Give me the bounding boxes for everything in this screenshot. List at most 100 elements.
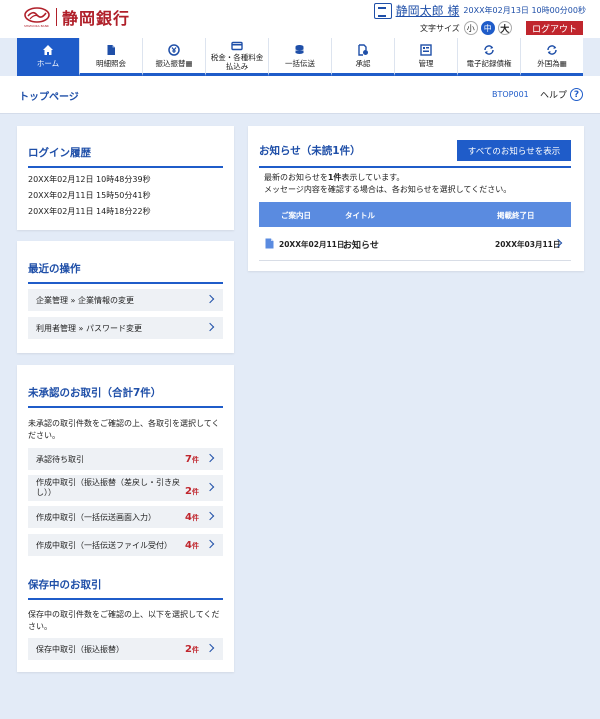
chevron-right-icon (205, 539, 215, 549)
notice-document-icon (265, 238, 274, 251)
nav-home[interactable]: ホーム (17, 38, 80, 76)
unapproved-title: 未承認のお取引（合計7件） (28, 385, 223, 408)
pending-transactions-card: 未承認のお取引（合計7件） 未承認の取引件数をご確認の上、各取引を選択してくださ… (17, 365, 234, 672)
recent-operation-label: 企業管理 » 企業情報の変更 (36, 295, 134, 305)
unapproved-item[interactable]: 作成中取引（一括伝送画面入力） 4件 (28, 506, 223, 528)
font-size-selector: 文字サイズ 小 中 大 (420, 21, 515, 35)
page-title: トップページ (19, 92, 79, 103)
user-info: 静岡太郎 様 20XX年02月13日 10時00分00秒 (373, 2, 586, 19)
font-size-small-button[interactable]: 小 (463, 21, 478, 35)
help-link[interactable]: ヘルプ ? (540, 88, 584, 101)
help-icon: ? (570, 88, 584, 101)
chevron-right-icon (205, 322, 215, 332)
logout-button[interactable]: ログアウト (526, 21, 583, 35)
saved-count: 2件 (185, 643, 199, 655)
recent-operation-item[interactable]: 企業管理 » 企業情報の変更 (28, 289, 223, 311)
nav-label: 管理 (418, 58, 434, 68)
font-size-medium-button[interactable]: 中 (480, 21, 495, 35)
column-header-end-date: 掲載終了日 (497, 211, 535, 220)
approval-icon (357, 43, 369, 56)
unapproved-count: 4件 (185, 539, 199, 551)
logo-subtext: SHIZUOKA BANK (24, 24, 49, 28)
recent-operation-label: 利用者管理 » パスワード変更 (36, 323, 142, 333)
nav-bulk-transmission[interactable]: 一括伝送 (269, 38, 332, 76)
login-history-entry: 20XX年02月12日 10時48分39秒 (28, 175, 151, 184)
page-title-bar: トップページ BTOP001 ヘルプ ? (0, 76, 600, 114)
main-nav: ホーム 明細照会 振込振替▦ 税金・各種料金 払込み 一括伝送 承認 管理 電子… (17, 38, 583, 76)
recent-operations-title: 最近の操作 (28, 261, 223, 284)
document-icon (105, 44, 117, 56)
nav-label: 税金・各種料金 (210, 53, 264, 62)
unapproved-item-label: 作成中取引（振込振替（差戻し・引き戻し）） (36, 478, 180, 497)
database-icon (294, 44, 306, 56)
unapproved-count: 4件 (185, 511, 199, 523)
chevron-right-icon (205, 294, 215, 304)
column-header-title: タイトル (345, 211, 375, 220)
login-history-card: ログイン履歴 20XX年02月12日 10時48分39秒 20XX年02月11日… (17, 126, 234, 230)
nav-foreign-exchange[interactable]: 外国為▦ (521, 38, 583, 76)
unapproved-count: 7件 (185, 453, 199, 465)
nav-transfer[interactable]: 振込振替▦ (143, 38, 206, 76)
page-id: BTOP001 (492, 90, 529, 99)
nav-label-line2: 払込み (225, 62, 249, 71)
chevron-right-icon (205, 511, 215, 521)
unapproved-description: 未承認の取引件数をご確認の上、各取引を選択してください。 (28, 419, 220, 440)
login-history-title: ログイン履歴 (28, 145, 223, 168)
saved-item-label: 保存中取引（振込振替） (36, 644, 124, 654)
user-name-link[interactable]: 静岡太郎 様 (396, 2, 460, 19)
font-size-large-button[interactable]: 大 (497, 21, 512, 35)
unapproved-item-label: 作成中取引（一括伝送画面入力） (36, 512, 156, 522)
unapproved-item[interactable]: 承認待ち取引 7件 (28, 448, 223, 470)
font-size-label: 文字サイズ (420, 23, 460, 33)
user-card-icon (373, 2, 392, 19)
login-history-entry: 20XX年02月11日 14時18分22秒 (28, 207, 151, 216)
unapproved-count: 2件 (185, 486, 199, 497)
notice-date: 20XX年02月11日 (279, 240, 345, 249)
nav-label: 一括伝送 (285, 58, 315, 68)
saved-description: 保存中の取引件数をご確認の上、以下を選択してください。 (28, 610, 220, 631)
recent-operations-card: 最近の操作 企業管理 » 企業情報の変更 利用者管理 » パスワード変更 (17, 241, 234, 353)
nav-label: 明細照会 (96, 58, 126, 68)
bank-logo-mark-icon: SHIZUOKA BANK (24, 7, 50, 28)
nav-statements[interactable]: 明細照会 (80, 38, 143, 76)
help-label: ヘルプ (540, 91, 568, 101)
unapproved-item-label: 作成中取引（一括伝送ファイル受付） (36, 540, 172, 550)
show-all-notices-button[interactable]: すべてのお知らせを表示 (457, 140, 571, 161)
nav-admin[interactable]: 管理 (395, 38, 458, 76)
column-header-date: ご案内日 (281, 211, 311, 220)
notices-description-line2: メッセージ内容を確認する場合は、各お知らせを選択してください。 (264, 185, 512, 194)
notice-row[interactable]: 20XX年02月11日 お知らせ 20XX年03月11日 (259, 227, 571, 261)
saved-item[interactable]: 保存中取引（振込振替） 2件 (28, 638, 223, 660)
nav-label: 外国為▦ (537, 58, 567, 68)
admin-icon (420, 43, 432, 56)
notices-table-header: ご案内日 タイトル 掲載終了日 (259, 202, 571, 227)
transfer-icon (168, 43, 180, 56)
notice-title: お知らせ (343, 241, 379, 251)
saved-title: 保存中のお取引 (28, 577, 223, 600)
nav-label: 電子記録債権 (466, 58, 512, 68)
unapproved-item[interactable]: 作成中取引（一括伝送ファイル受付） 4件 (28, 534, 223, 556)
notice-end-date: 20XX年03月11日 (495, 240, 561, 249)
notices-description-line1: 最新のお知らせを1件表示しています。 (264, 173, 405, 182)
bank-logo[interactable]: SHIZUOKA BANK 静岡銀行 (24, 5, 130, 29)
home-icon (42, 44, 54, 56)
recent-operation-item[interactable]: 利用者管理 » パスワード変更 (28, 317, 223, 339)
nav-label: 承認 (355, 58, 371, 68)
nav-label: ホーム (36, 58, 60, 68)
header: SHIZUOKA BANK 静岡銀行 静岡太郎 様 20XX年02月13日 10… (0, 0, 600, 38)
bank-name: 静岡銀行 (62, 9, 131, 28)
nav-label: 振込振替▦ (155, 58, 193, 68)
nav-tax-payment[interactable]: 税金・各種料金 払込み (206, 38, 269, 76)
payment-icon (231, 40, 243, 52)
chevron-right-icon (205, 482, 215, 492)
chevron-right-icon (205, 643, 215, 653)
cycle-icon (546, 44, 558, 56)
nav-e-receivables[interactable]: 電子記録債権 (458, 38, 521, 76)
login-history-entry: 20XX年02月11日 15時50分41秒 (28, 191, 151, 200)
unapproved-item[interactable]: 作成中取引（振込振替（差戻し・引き戻し）） 2件 (28, 475, 223, 501)
unapproved-item-label: 承認待ち取引 (36, 454, 84, 464)
nav-approval[interactable]: 承認 (332, 38, 395, 76)
logo-separator (56, 8, 57, 26)
chevron-right-icon (205, 453, 215, 463)
last-access-datetime: 20XX年02月13日 10時00分00秒 (463, 6, 586, 15)
